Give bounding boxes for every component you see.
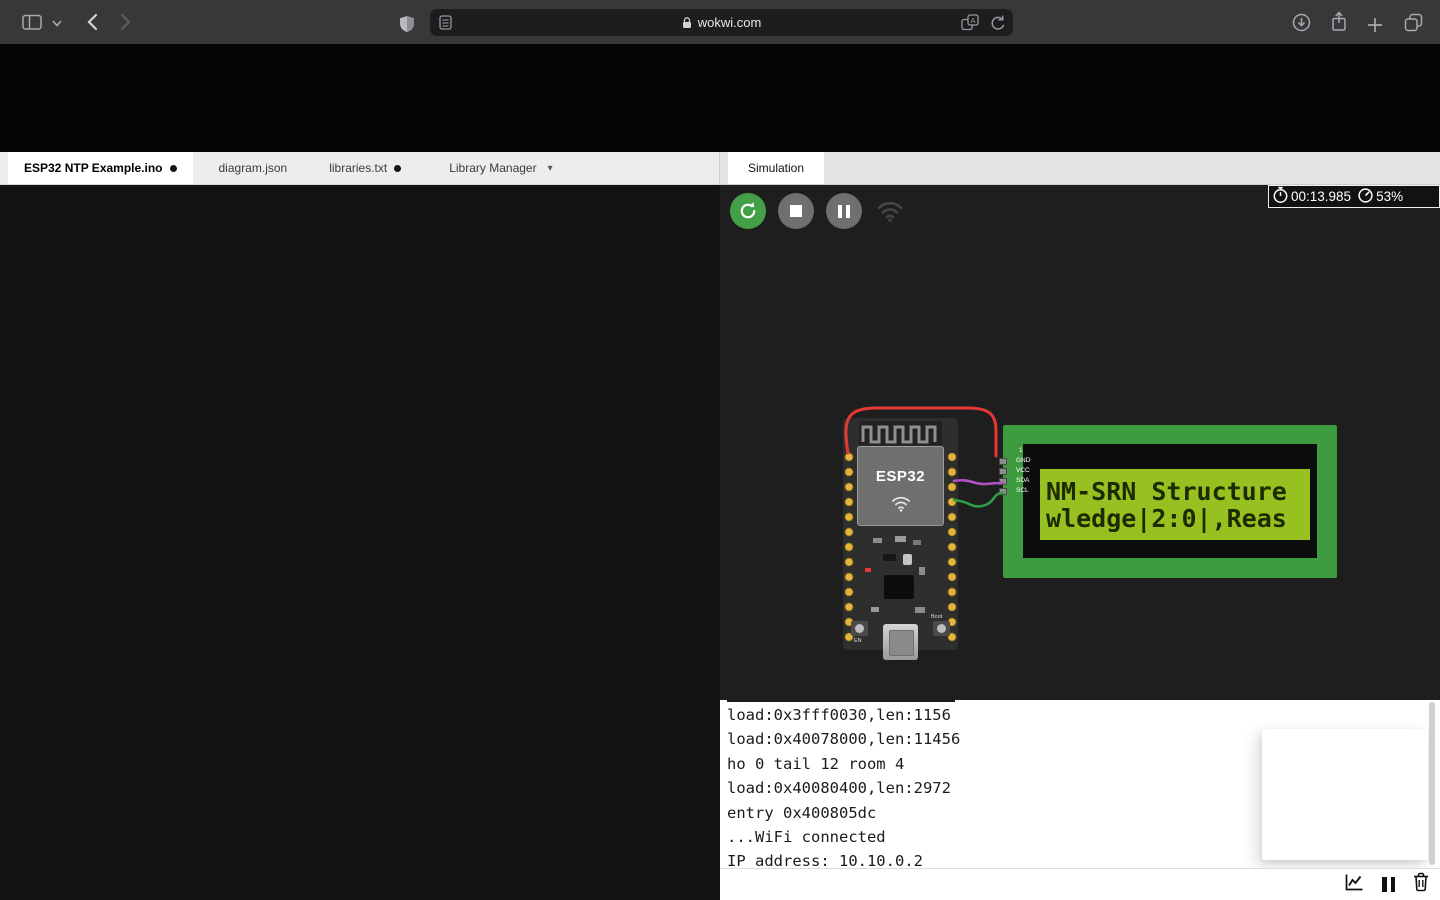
- lcd-pin-label-sda: SDA: [1016, 477, 1029, 484]
- esp32-board[interactable]: ESP32 EN Boot: [843, 418, 958, 650]
- wire-green[interactable]: [954, 493, 1003, 506]
- en-label: EN: [854, 638, 862, 644]
- simulation-timer: 00:13.985 53%: [1268, 185, 1440, 208]
- esp32-shield: ESP32: [857, 446, 944, 526]
- tab-label: Library Manager: [449, 161, 536, 175]
- screen: wokwi.com A ESP32 NTP Examp: [0, 0, 1440, 900]
- sidebar-toggle-icon[interactable]: [22, 14, 42, 31]
- resistor: [873, 538, 882, 543]
- tab-simulation[interactable]: Simulation: [728, 152, 824, 184]
- tab-label: libraries.txt: [329, 161, 387, 175]
- editor-tab-bar: ESP32 NTP Example.ino diagram.json libra…: [0, 152, 720, 185]
- pause-icon: [838, 205, 850, 218]
- capacitor: [919, 567, 925, 575]
- pin-header-left[interactable]: [844, 450, 854, 648]
- code-editor[interactable]: [0, 185, 720, 900]
- tab-label: diagram.json: [219, 161, 288, 175]
- resistor: [913, 540, 921, 545]
- stopwatch-icon: [1272, 186, 1289, 207]
- forward-icon[interactable]: [120, 13, 133, 31]
- unsaved-dot: [170, 165, 177, 172]
- plot-icon[interactable]: [1344, 872, 1365, 897]
- speed-value: 53%: [1376, 189, 1403, 204]
- power-led: [865, 568, 871, 572]
- overlay-panel: [1262, 729, 1428, 860]
- usb-connector: [883, 624, 918, 660]
- speed-gauge-icon: [1357, 187, 1374, 207]
- wifi-status-icon[interactable]: [877, 200, 903, 227]
- lcd-screen: NM-SRN Structurewledge|2:0|,Reas: [1040, 469, 1310, 540]
- tab-label: Simulation: [748, 161, 804, 175]
- small-ic: [883, 554, 896, 561]
- pause-serial-icon[interactable]: [1382, 877, 1395, 892]
- lcd-pin-gnd[interactable]: [999, 458, 1007, 465]
- wifi-logo-icon: [891, 495, 911, 517]
- lcd-line-2: wledge|2:0|,Reas: [1046, 504, 1287, 533]
- capacitor: [895, 536, 906, 542]
- browser-toolbar: wokwi.com A: [0, 0, 1440, 44]
- lcd-pin-scl[interactable]: [999, 488, 1007, 495]
- serial-toolbar: [720, 868, 1440, 900]
- lcd-pin-label-scl: SCL: [1016, 487, 1029, 494]
- lcd-pin-vcc[interactable]: [999, 468, 1007, 475]
- tab-diagram-json[interactable]: diagram.json: [203, 152, 304, 184]
- chevron-down-icon: ▾: [548, 163, 553, 174]
- lcd-pin-label-gnd: GND: [1016, 457, 1030, 464]
- clipped-line: [727, 700, 955, 702]
- downloads-icon[interactable]: [1292, 13, 1311, 32]
- privacy-shield-icon[interactable]: [398, 15, 416, 33]
- lcd1602-display[interactable]: NM-SRN Structurewledge|2:0|,Reas 1 GND V…: [1003, 425, 1337, 578]
- lcd-pin-label-vcc: VCC: [1016, 467, 1030, 474]
- usb-uart-chip: [884, 575, 914, 599]
- lcd-line-1: NM-SRN Structure: [1046, 477, 1287, 506]
- serial-scrollbar[interactable]: [1429, 702, 1435, 865]
- tab-library-manager[interactable]: Library Manager ▾: [433, 152, 568, 184]
- resistor: [871, 607, 879, 612]
- new-tab-icon[interactable]: [1367, 17, 1383, 33]
- serial-line: load:0x3fff0030,len:1156: [720, 703, 1440, 727]
- boot-button[interactable]: [933, 621, 950, 636]
- reload-icon[interactable]: [989, 14, 1005, 31]
- url-text: wokwi.com: [698, 15, 762, 30]
- lock-icon: [682, 16, 692, 29]
- tab-label: ESP32 NTP Example.ino: [24, 161, 163, 175]
- simulation-tab-bar: Simulation: [720, 152, 1440, 185]
- antenna-pattern: [859, 421, 942, 445]
- wire-purple[interactable]: [954, 480, 1003, 484]
- address-bar[interactable]: wokwi.com A: [430, 9, 1013, 36]
- boot-label: Boot: [931, 614, 942, 620]
- timer-value: 00:13.985: [1291, 189, 1351, 204]
- crystal: [903, 554, 912, 565]
- tab-overview-icon[interactable]: [1404, 13, 1423, 32]
- lcd-pin-sda[interactable]: [999, 478, 1007, 485]
- clear-serial-icon[interactable]: [1412, 872, 1430, 897]
- unsaved-dot: [394, 165, 401, 172]
- tab-sketch-file[interactable]: ESP32 NTP Example.ino: [8, 152, 193, 184]
- lcd-pin-number: 1: [1019, 447, 1023, 454]
- simulation-canvas[interactable]: 00:13.985 53% ESP32: [720, 185, 1440, 700]
- chip-label: ESP32: [858, 468, 943, 485]
- stop-simulation-button[interactable]: [778, 193, 814, 229]
- wokwi-page-header: [0, 44, 1440, 152]
- back-icon[interactable]: [85, 13, 98, 31]
- translate-icon[interactable]: A: [961, 14, 979, 31]
- chevron-down-icon[interactable]: [52, 20, 62, 27]
- pause-simulation-button[interactable]: [826, 193, 862, 229]
- pin-header-right[interactable]: [947, 450, 957, 648]
- share-icon[interactable]: [1330, 11, 1348, 32]
- tab-libraries-txt[interactable]: libraries.txt: [313, 152, 417, 184]
- capacitor: [915, 607, 925, 613]
- en-button[interactable]: [851, 621, 868, 636]
- stop-icon: [790, 205, 802, 217]
- svg-text:A: A: [970, 16, 975, 25]
- restart-simulation-button[interactable]: [730, 193, 766, 229]
- reader-icon[interactable]: [439, 15, 452, 30]
